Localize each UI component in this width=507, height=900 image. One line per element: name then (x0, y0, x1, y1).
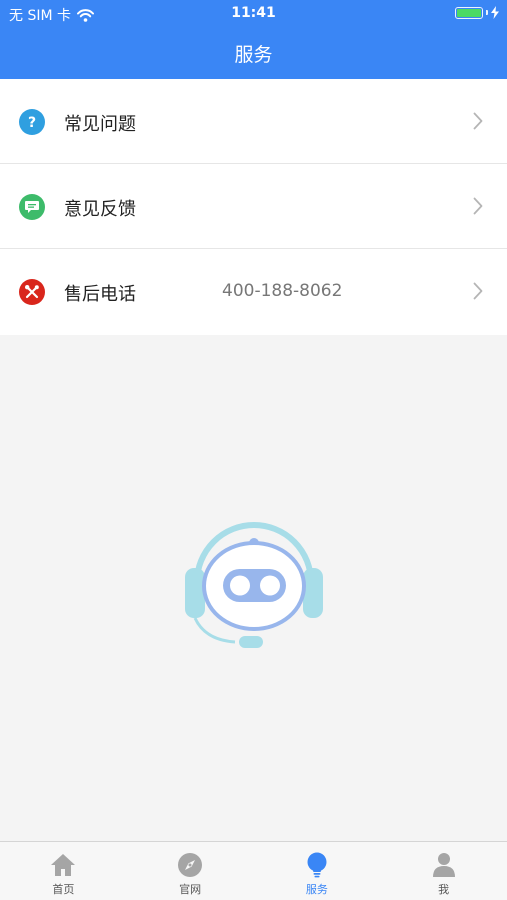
chevron-right-icon (473, 112, 483, 130)
menu-item-aftersales-phone[interactable]: 售后电话 400-188-8062 (0, 249, 507, 335)
feedback-chat-icon (19, 194, 45, 220)
support-robot-illustration (185, 522, 323, 648)
page-title: 服务 (234, 44, 273, 66)
charging-bolt-icon (491, 6, 499, 19)
menu-item-faq[interactable]: ? 常见问题 (0, 79, 507, 164)
tab-website[interactable]: 官网 (127, 842, 254, 900)
tab-label: 我 (438, 883, 450, 896)
question-icon: ? (19, 109, 45, 135)
app-header: 无 SIM 卡 11:41 服务 (0, 0, 507, 79)
chevron-right-icon (473, 197, 483, 215)
svg-text:?: ? (28, 115, 36, 130)
battery-status (455, 6, 499, 19)
menu-item-label: 常见问题 (64, 114, 136, 135)
home-icon (51, 854, 76, 876)
chevron-right-icon (473, 282, 483, 300)
menu-item-label: 意见反馈 (64, 199, 136, 220)
status-bar: 无 SIM 卡 11:41 (0, 0, 507, 28)
tab-label: 首页 (52, 883, 75, 896)
clock: 11:41 (231, 5, 276, 21)
tab-bar: 首页 官网 服务 我 (0, 841, 507, 900)
service-menu: ? 常见问题 意见反馈 售后电话 400-188-8062 (0, 79, 507, 335)
tools-icon (19, 279, 45, 305)
menu-item-feedback[interactable]: 意见反馈 (0, 164, 507, 249)
lightbulb-icon (307, 852, 327, 878)
menu-item-label: 售后电话 (64, 284, 136, 305)
tab-me[interactable]: 我 (380, 842, 507, 900)
person-icon (432, 853, 455, 877)
tab-label: 服务 (305, 883, 328, 896)
phone-number[interactable]: 400-188-8062 (222, 281, 342, 301)
battery-tip (486, 10, 488, 15)
compass-icon (178, 853, 203, 877)
tab-service[interactable]: 服务 (254, 842, 381, 900)
tab-home[interactable]: 首页 (0, 842, 127, 900)
tab-label: 官网 (179, 883, 202, 896)
battery-icon (455, 6, 483, 19)
